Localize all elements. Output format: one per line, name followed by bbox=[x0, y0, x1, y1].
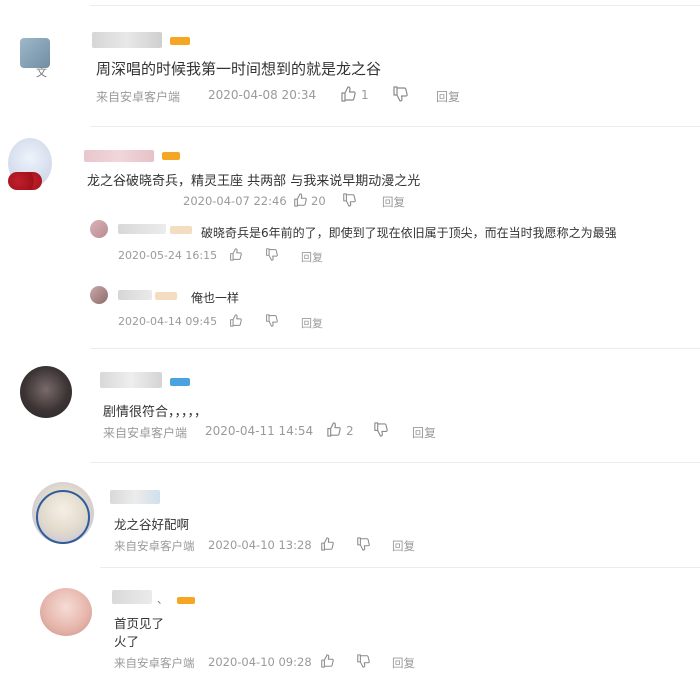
comment-text: 龙之谷破晓奇兵，精灵王座 共两部 与我来说早期动漫之光 bbox=[87, 174, 421, 189]
thumbs-down-icon[interactable] bbox=[373, 422, 388, 437]
thumbs-up-icon[interactable] bbox=[293, 193, 307, 207]
reply-button[interactable]: 回复 bbox=[412, 424, 436, 441]
thumbs-up-icon[interactable] bbox=[229, 314, 242, 327]
username[interactable] bbox=[118, 290, 152, 300]
thumbs-down-icon[interactable] bbox=[342, 193, 356, 207]
reply-button[interactable]: 回复 bbox=[392, 655, 415, 671]
divider-top bbox=[90, 5, 700, 6]
thumbs-up-icon[interactable] bbox=[229, 248, 242, 261]
comment-source: 来自安卓客户端 bbox=[103, 426, 188, 440]
like-count: 1 bbox=[361, 88, 369, 102]
reply-button[interactable]: 回复 bbox=[301, 315, 323, 331]
level-badge bbox=[170, 37, 190, 45]
comment-text: 剧情很符合，，，，， bbox=[103, 405, 208, 420]
level-badge bbox=[177, 597, 195, 604]
comment-text-line1: 首页见了 bbox=[114, 616, 165, 631]
comment-text: 龙之谷好配啊 bbox=[114, 517, 190, 532]
thumbs-down-icon[interactable] bbox=[265, 248, 278, 261]
reply-text: 破晓奇兵是6年前的了，即使到了现在依旧属于顶尖，而在当时我愿称之为最强 bbox=[201, 226, 617, 240]
divider bbox=[90, 348, 700, 349]
thumbs-down-icon[interactable] bbox=[356, 537, 370, 551]
reply-button[interactable]: 回复 bbox=[392, 538, 415, 554]
thumbs-down-icon[interactable] bbox=[356, 654, 370, 668]
thumbs-down-icon[interactable] bbox=[265, 314, 278, 327]
thumbs-up-icon[interactable] bbox=[320, 654, 334, 668]
comment-source: 来自安卓客户端 bbox=[114, 656, 195, 670]
reply-text: 俺也一样 bbox=[191, 291, 240, 305]
comment-time: 2020-04-10 13:28 bbox=[208, 538, 312, 552]
thumbs-up-icon[interactable] bbox=[326, 422, 341, 437]
username[interactable] bbox=[100, 372, 162, 388]
divider bbox=[100, 567, 700, 568]
avatar-flower bbox=[8, 172, 42, 190]
thumbs-down-icon[interactable] bbox=[392, 86, 408, 102]
comment-time: 2020-04-08 20:34 bbox=[208, 88, 317, 102]
divider bbox=[90, 126, 700, 127]
reply-button[interactable]: 回复 bbox=[436, 88, 460, 105]
like-count: 2 bbox=[346, 424, 354, 438]
username[interactable] bbox=[92, 32, 162, 48]
avatar-ring bbox=[36, 490, 90, 544]
divider bbox=[90, 462, 700, 463]
comment-text: 周深唱的时候我第一时间想到的就是龙之谷 bbox=[96, 60, 382, 78]
reply-button[interactable]: 回复 bbox=[301, 249, 323, 265]
username-suffix bbox=[170, 226, 192, 234]
like-count: 20 bbox=[311, 194, 326, 208]
comment-source: 来自安卓客户端 bbox=[96, 90, 181, 104]
username[interactable] bbox=[110, 490, 160, 504]
avatar-caption: 文 bbox=[36, 66, 47, 79]
comment-time: 2020-04-11 14:54 bbox=[205, 424, 314, 438]
thumbs-up-icon[interactable] bbox=[320, 537, 334, 551]
comment-text-line2: 火了 bbox=[114, 634, 140, 649]
level-badge bbox=[170, 378, 190, 386]
username[interactable] bbox=[84, 150, 154, 162]
thumbs-up-icon[interactable] bbox=[340, 86, 356, 102]
avatar[interactable] bbox=[20, 366, 72, 418]
username-suffix bbox=[155, 292, 177, 300]
username-suffix: 、 bbox=[157, 593, 168, 606]
comment-source: 来自安卓客户端 bbox=[114, 539, 195, 553]
reply-time: 2020-05-24 16:15 bbox=[118, 249, 218, 262]
avatar[interactable] bbox=[40, 588, 92, 636]
avatar[interactable] bbox=[90, 220, 108, 238]
comment-time: 2020-04-07 22:46 bbox=[183, 194, 287, 208]
level-badge bbox=[162, 152, 180, 160]
reply-button[interactable]: 回复 bbox=[382, 194, 405, 210]
avatar[interactable] bbox=[90, 286, 108, 304]
username[interactable] bbox=[118, 224, 166, 234]
username[interactable] bbox=[112, 590, 152, 604]
comment-time: 2020-04-10 09:28 bbox=[208, 655, 312, 669]
reply-time: 2020-04-14 09:45 bbox=[118, 315, 218, 328]
